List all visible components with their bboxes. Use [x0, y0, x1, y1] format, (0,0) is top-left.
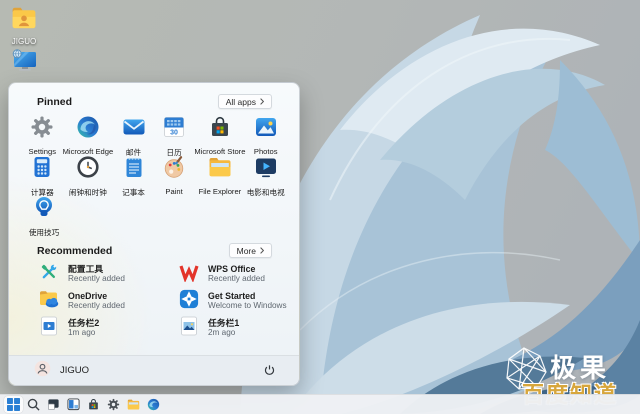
recommended-title: 任务栏2: [68, 318, 99, 328]
recommended-subtitle: Recently added: [68, 301, 125, 311]
task-view-icon: [47, 398, 60, 411]
pinned-app-photos[interactable]: Photos: [245, 113, 286, 153]
config-tools-icon: [39, 262, 59, 287]
recommended-title: WPS Office: [208, 264, 265, 274]
more-label: More: [237, 246, 256, 256]
wps-icon: [179, 262, 199, 287]
file-explorer-icon: [127, 398, 140, 411]
user-name: JIGUO: [60, 365, 89, 376]
taskbar-widgets-button[interactable]: [64, 396, 83, 413]
onedrive-icon: [39, 289, 59, 314]
image-file-icon: [179, 316, 199, 341]
taskbar-store-button[interactable]: [84, 396, 103, 413]
pinned-app-settings[interactable]: Settings: [22, 113, 63, 153]
calendar-icon: 30: [162, 115, 186, 144]
pinned-app-tips[interactable]: 使用技巧: [22, 193, 66, 233]
mail-icon: [122, 115, 146, 144]
recommended-subtitle: Welcome to Windows: [208, 301, 287, 311]
recommended-subtitle: Recently added: [68, 274, 125, 284]
pinned-app-file-explorer[interactable]: File Explorer: [194, 153, 245, 193]
pinned-app-mail[interactable]: 邮件: [113, 113, 154, 153]
pinned-app-edge[interactable]: Microsoft Edge: [63, 113, 114, 153]
svg-text:30: 30: [170, 130, 178, 137]
settings-gear-icon: [107, 398, 120, 411]
paint-icon: [162, 155, 186, 184]
user-avatar: [34, 360, 51, 382]
recommended-item-taskbar1-file[interactable]: 任务栏1 2m ago: [179, 317, 289, 339]
taskbar-settings-button[interactable]: [104, 396, 123, 413]
recommended-title: 任务栏1: [208, 318, 239, 328]
notepad-icon: [122, 155, 146, 184]
clock-icon: [76, 155, 100, 184]
start-menu: Pinned All apps: [8, 82, 300, 386]
widgets-icon: [67, 398, 80, 411]
start-menu-user-bar: JIGUO: [9, 355, 299, 385]
pinned-app-paint[interactable]: Paint: [154, 153, 195, 193]
pinned-grid-row3: 使用技巧: [22, 193, 286, 233]
recommended-item-config-tools[interactable]: 配置工具 Recently added: [39, 263, 179, 285]
calculator-icon: [30, 155, 54, 184]
pinned-app-notepad[interactable]: 记事本: [113, 153, 154, 193]
recommended-subtitle: 1m ago: [68, 328, 99, 338]
chevron-right-icon: [260, 247, 264, 254]
pinned-app-movies-tv[interactable]: 电影和电视: [245, 153, 286, 193]
photos-icon: [254, 115, 278, 144]
more-button[interactable]: More: [229, 243, 272, 258]
pinned-app-alarms-clock[interactable]: 闹钟和时钟: [63, 153, 114, 193]
store-icon: [87, 398, 100, 411]
pinned-app-store[interactable]: Microsoft Store: [194, 113, 245, 153]
recommended-title: 配置工具: [68, 264, 125, 274]
edge-icon: [147, 398, 160, 411]
store-icon: [208, 115, 232, 144]
recommended-item-get-started[interactable]: Get Started Welcome to Windows: [179, 290, 289, 312]
recommended-title: OneDrive: [68, 291, 125, 301]
recommended-header: Recommended: [37, 245, 112, 257]
get-started-icon: [179, 289, 199, 314]
desktop-icon-user-folder[interactable]: JIGUO: [2, 5, 46, 46]
edge-icon: [76, 115, 100, 144]
taskbar-task-view-button[interactable]: [44, 396, 63, 413]
user-account-button[interactable]: JIGUO: [34, 360, 89, 382]
windows-start-icon: [7, 398, 20, 411]
file-explorer-icon: [208, 155, 232, 184]
this-pc-icon: [11, 47, 37, 78]
all-apps-label: All apps: [226, 97, 256, 107]
recommended-item-wps-office[interactable]: WPS Office Recently added: [179, 263, 289, 285]
taskbar-search-button[interactable]: [24, 396, 43, 413]
desktop-icon-label: JIGUO: [12, 37, 36, 46]
settings-icon: [30, 115, 54, 144]
recommended-item-taskbar2-file[interactable]: 任务栏2 1m ago: [39, 317, 179, 339]
user-folder-icon: [11, 5, 37, 36]
recommended-title: Get Started: [208, 291, 287, 301]
taskbar-edge-button[interactable]: [144, 396, 163, 413]
pinned-app-calculator[interactable]: 计算器: [22, 153, 63, 193]
taskbar-file-explorer-button[interactable]: [124, 396, 143, 413]
power-icon: [263, 364, 276, 377]
pinned-app-calendar[interactable]: 30 日历: [154, 113, 195, 153]
video-file-icon: [39, 316, 59, 341]
movies-tv-icon: [254, 155, 278, 184]
search-icon: [27, 398, 40, 411]
all-apps-button[interactable]: All apps: [218, 94, 272, 109]
taskbar: [0, 394, 640, 414]
taskbar-start-button[interactable]: [4, 396, 23, 413]
recommended-subtitle: 2m ago: [208, 328, 239, 338]
recommended-subtitle: Recently added: [208, 274, 265, 284]
recommended-item-onedrive[interactable]: OneDrive Recently added: [39, 290, 179, 312]
screen: JIGUO Pinned All apps: [0, 0, 640, 414]
tips-icon: [32, 195, 56, 224]
power-button[interactable]: [259, 361, 279, 381]
pinned-grid: Settings Microsoft Edge 邮件: [22, 113, 286, 193]
pinned-header: Pinned: [37, 96, 72, 108]
pinned-app-label: 使用技巧: [29, 227, 59, 238]
desktop-icon-this-pc[interactable]: [2, 47, 46, 79]
recommended-grid: 配置工具 Recently added WPS Office Recently …: [39, 263, 289, 339]
chevron-right-icon: [260, 98, 264, 105]
